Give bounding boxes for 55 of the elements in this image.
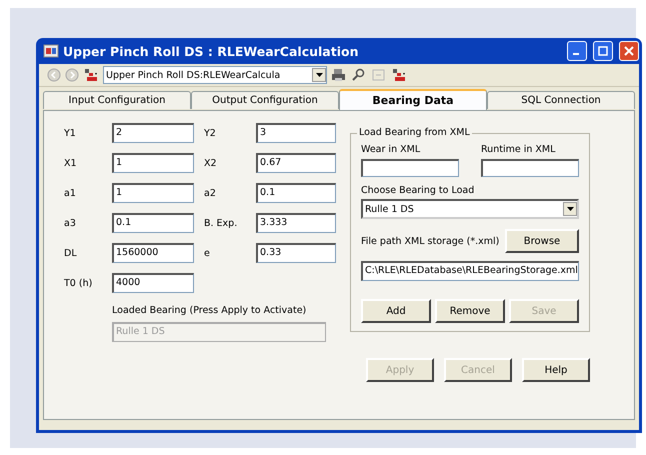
input-field[interactable]: 1 bbox=[112, 183, 194, 203]
report-dropdown[interactable]: Upper Pinch Roll DS:RLEWearCalcula bbox=[103, 66, 327, 84]
input-field[interactable]: 0.1 bbox=[112, 213, 194, 233]
bearing-dropdown[interactable]: Rulle 1 DS bbox=[361, 199, 579, 219]
parameter-label: a3 bbox=[64, 218, 77, 228]
parameter-label: Y2 bbox=[204, 128, 217, 138]
input-field[interactable]: 0.67 bbox=[256, 153, 336, 173]
input-field[interactable]: 0.1 bbox=[256, 183, 336, 203]
close-icon bbox=[624, 46, 634, 56]
input-field[interactable]: C:\RLE\RLEDatabase\RLEBearingStorage.xml bbox=[361, 261, 579, 281]
tab[interactable]: Output Configuration bbox=[191, 91, 339, 109]
tab[interactable]: Input Configuration bbox=[43, 91, 191, 109]
app-icon bbox=[43, 43, 59, 59]
action-button[interactable]: Help bbox=[522, 358, 590, 382]
parameter-label: B. Exp. bbox=[204, 218, 238, 228]
chart-icon[interactable] bbox=[83, 68, 99, 82]
search-icon[interactable] bbox=[351, 68, 367, 82]
input-field[interactable] bbox=[481, 159, 579, 177]
tab[interactable]: Bearing Data bbox=[339, 89, 487, 110]
field-label: File path XML storage (*.xml) bbox=[361, 236, 500, 246]
chart-icon[interactable] bbox=[391, 68, 407, 82]
parameter-label: a2 bbox=[204, 188, 217, 198]
close-button[interactable] bbox=[619, 41, 639, 61]
input-field[interactable]: 4000 bbox=[112, 273, 194, 293]
minimize-icon bbox=[572, 53, 578, 55]
action-button[interactable]: Remove bbox=[435, 299, 505, 323]
parameter-label: T0 (h) bbox=[64, 278, 94, 288]
printer-icon[interactable] bbox=[331, 68, 347, 82]
field-label: Wear in XML bbox=[361, 144, 422, 155]
input-field[interactable] bbox=[361, 159, 459, 177]
field-label: Choose Bearing to Load bbox=[361, 185, 474, 196]
group-title: Load Bearing from XML bbox=[357, 127, 472, 138]
window-title: Upper Pinch Roll DS : RLEWearCalculation bbox=[63, 44, 360, 58]
action-button[interactable]: Add bbox=[361, 299, 431, 323]
minimize-button[interactable] bbox=[567, 41, 587, 61]
field-label: Runtime in XML bbox=[481, 144, 556, 155]
input-field[interactable]: 3 bbox=[256, 123, 336, 143]
maximize-button[interactable] bbox=[593, 41, 613, 61]
parameter-label: X2 bbox=[204, 158, 218, 168]
input-field[interactable]: 2 bbox=[112, 123, 194, 143]
caret-icon bbox=[316, 73, 322, 77]
parameter-label: e bbox=[204, 248, 211, 258]
input-field[interactable]: 3.333 bbox=[256, 213, 336, 233]
input-field[interactable]: 1 bbox=[112, 153, 194, 173]
input-field[interactable]: 1560000 bbox=[112, 243, 194, 263]
tab[interactable]: SQL Connection bbox=[487, 91, 635, 109]
parameter-label: DL bbox=[64, 248, 78, 258]
parameter-label: X1 bbox=[64, 158, 78, 168]
maximize-icon bbox=[598, 46, 608, 56]
browse-button[interactable]: Browse bbox=[505, 229, 579, 253]
input-field[interactable]: 0.33 bbox=[256, 243, 336, 263]
field-label: Loaded Bearing (Press Apply to Activate) bbox=[112, 305, 308, 316]
parameter-label: a1 bbox=[64, 188, 77, 198]
parameter-label: Y1 bbox=[64, 128, 77, 138]
caret-icon bbox=[566, 207, 574, 211]
